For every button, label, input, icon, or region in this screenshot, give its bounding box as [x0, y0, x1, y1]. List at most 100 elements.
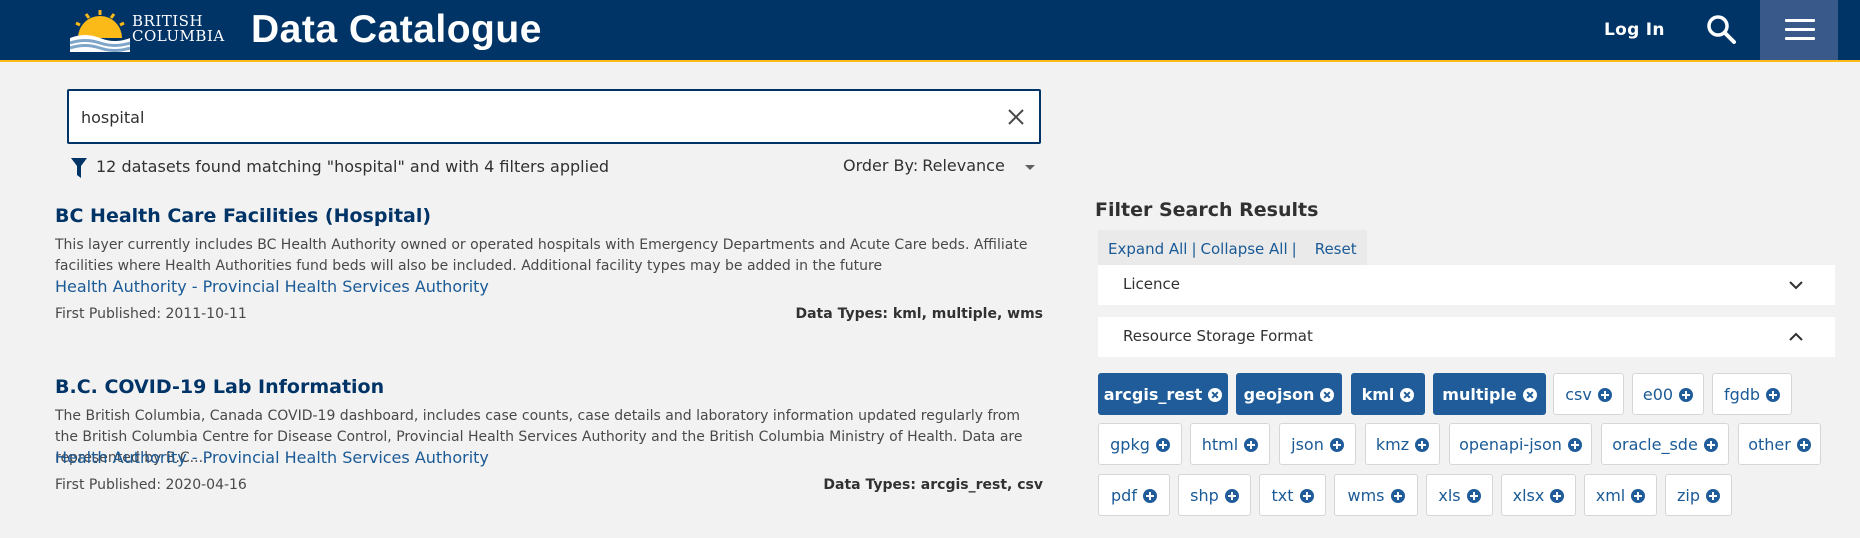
- dataset-published-date: First Published: 2011-10-11: [55, 306, 247, 322]
- format-tag-label: wms: [1347, 485, 1385, 505]
- add-icon: [1631, 489, 1646, 503]
- format-tag-label: html: [1201, 434, 1239, 454]
- search-input[interactable]: [81, 103, 981, 131]
- add-icon: [1679, 388, 1694, 402]
- format-tag-label: xls: [1438, 485, 1461, 505]
- add-icon: [1390, 489, 1405, 503]
- chevron-down-icon: [1789, 281, 1803, 290]
- add-icon: [1299, 489, 1314, 503]
- menu-button[interactable]: [1760, 0, 1838, 60]
- format-tag-label: pdf: [1111, 485, 1137, 505]
- add-icon: [1329, 438, 1344, 452]
- result-summary: 12 datasets found matching "hospital" an…: [71, 154, 609, 178]
- format-tag[interactable]: shp: [1178, 474, 1251, 516]
- format-tag-label: kmz: [1375, 434, 1410, 454]
- dataset-published-date: First Published: 2020-04-16: [55, 477, 247, 493]
- format-tag[interactable]: fgdb: [1712, 373, 1792, 415]
- format-tag-label: openapi-json: [1459, 434, 1562, 454]
- format-tag-label: oracle_sde: [1612, 434, 1698, 454]
- format-tag-selected[interactable]: geojson: [1236, 373, 1342, 415]
- format-tag[interactable]: kmz: [1365, 423, 1440, 465]
- caret-down-icon: [1025, 165, 1035, 170]
- remove-icon: [1400, 388, 1415, 402]
- format-tag-label: multiple: [1442, 384, 1517, 404]
- format-tag[interactable]: e00: [1632, 373, 1704, 415]
- format-tag[interactable]: json: [1279, 423, 1356, 465]
- format-tag-label: gpkg: [1110, 434, 1150, 454]
- search-icon: [1707, 15, 1736, 44]
- separator: |: [1291, 240, 1297, 258]
- format-tag-label: geojson: [1243, 384, 1315, 404]
- login-link[interactable]: Log In: [1604, 19, 1665, 41]
- hamburger-menu-icon: [1785, 19, 1815, 22]
- hamburger-bar: [1785, 37, 1815, 40]
- dataset-data-types: Data Types: kml, multiple, wms: [795, 306, 1043, 322]
- format-tag[interactable]: csv: [1553, 373, 1624, 415]
- format-tag-label: arcgis_rest: [1103, 384, 1203, 404]
- format-tag[interactable]: xls: [1426, 474, 1493, 516]
- site-title[interactable]: Data Catalogue: [251, 8, 542, 52]
- site-header: BRITISH COLUMBIA Data Catalogue Log In: [0, 0, 1860, 62]
- add-icon: [1796, 438, 1811, 452]
- add-icon: [1567, 438, 1582, 452]
- clear-search-button[interactable]: [1004, 105, 1028, 129]
- licence-accordion-toggle[interactable]: Licence: [1098, 265, 1835, 305]
- collapse-all-button[interactable]: Collapse All: [1201, 240, 1288, 258]
- header-search-button[interactable]: [1705, 13, 1739, 47]
- separator: |: [1191, 240, 1197, 258]
- format-tag-label: csv: [1565, 384, 1592, 404]
- format-tag-label: txt: [1271, 485, 1294, 505]
- format-tag-label: kml: [1361, 384, 1395, 404]
- format-tag[interactable]: xml: [1584, 474, 1657, 516]
- format-tag[interactable]: other: [1738, 423, 1821, 465]
- add-icon: [1766, 388, 1781, 402]
- licence-label: Licence: [1123, 275, 1180, 293]
- bc-logo[interactable]: BRITISH COLUMBIA: [70, 8, 224, 52]
- format-tag[interactable]: wms: [1334, 474, 1418, 516]
- dataset-organization-link[interactable]: Health Authority - Provincial Health Ser…: [55, 277, 489, 296]
- add-icon: [1142, 489, 1157, 503]
- chevron-up-icon: [1789, 332, 1803, 341]
- add-icon: [1706, 489, 1720, 503]
- filter-actions: Expand All | Collapse All | Reset: [1098, 230, 1367, 268]
- format-tag-label: xlsx: [1512, 485, 1545, 505]
- format-tag-label: xml: [1595, 485, 1626, 505]
- format-tag-selected[interactable]: multiple: [1433, 373, 1546, 415]
- format-tag[interactable]: zip: [1665, 474, 1732, 516]
- dataset-title-link[interactable]: B.C. COVID-19 Lab Information: [55, 376, 384, 398]
- expand-all-button[interactable]: Expand All: [1108, 240, 1187, 258]
- format-tag[interactable]: txt: [1259, 474, 1326, 516]
- format-tag-label: json: [1291, 434, 1324, 454]
- format-tag-selected[interactable]: kml: [1351, 373, 1425, 415]
- format-tag[interactable]: pdf: [1098, 474, 1170, 516]
- logo-wordmark: BRITISH COLUMBIA: [132, 14, 225, 44]
- format-tag-label: zip: [1677, 485, 1700, 505]
- format-tag[interactable]: oracle_sde: [1601, 423, 1729, 465]
- result-summary-text: 12 datasets found matching "hospital" an…: [96, 156, 610, 176]
- add-icon: [1244, 438, 1259, 452]
- format-tag[interactable]: xlsx: [1501, 474, 1576, 516]
- remove-icon: [1522, 388, 1537, 402]
- dataset-organization-link[interactable]: Health Authority - Provincial Health Ser…: [55, 448, 489, 467]
- format-tag-label: shp: [1190, 485, 1219, 505]
- order-by-select[interactable]: Order By: Relevance: [843, 156, 1035, 175]
- add-icon: [1415, 438, 1430, 452]
- reset-button[interactable]: Reset: [1315, 240, 1357, 258]
- format-tag-selected[interactable]: arcgis_rest: [1098, 373, 1228, 415]
- format-tag[interactable]: openapi-json: [1449, 423, 1592, 465]
- hamburger-bar: [1785, 28, 1815, 31]
- format-accordion-toggle[interactable]: Resource Storage Format: [1098, 317, 1835, 357]
- dataset-title-link[interactable]: BC Health Care Facilities (Hospital): [55, 205, 431, 227]
- add-icon: [1550, 489, 1565, 503]
- format-tag-label: e00: [1642, 384, 1674, 404]
- filter-icon: [71, 158, 87, 178]
- logo-line-2: COLUMBIA: [132, 27, 225, 45]
- order-by-value: Relevance: [922, 156, 1005, 175]
- sun-logo-icon: [70, 10, 130, 52]
- search-box: [67, 89, 1041, 144]
- format-tag[interactable]: gpkg: [1098, 423, 1182, 465]
- format-tag[interactable]: html: [1190, 423, 1270, 465]
- order-by-label: Order By:: [843, 156, 919, 175]
- add-icon: [1466, 489, 1481, 503]
- add-icon: [1597, 388, 1612, 402]
